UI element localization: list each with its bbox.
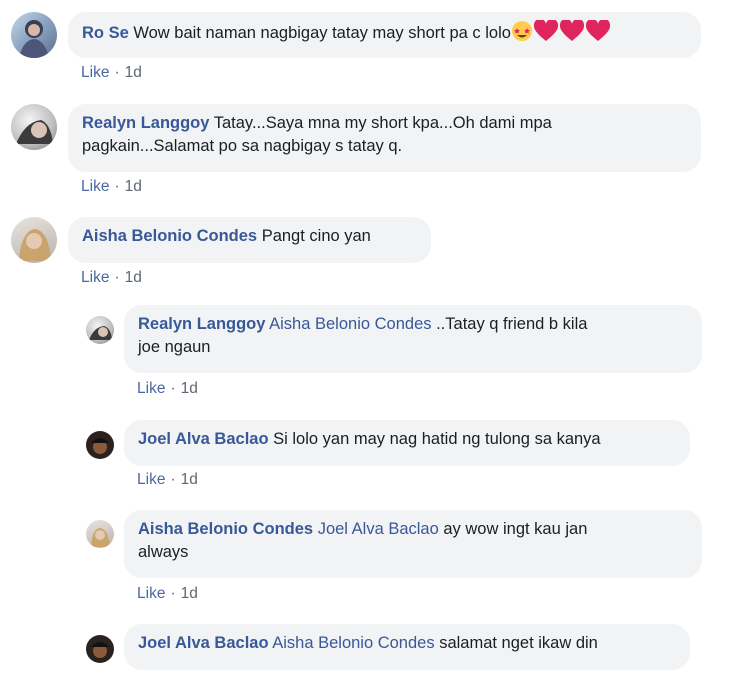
comment-time[interactable]: 1d: [125, 269, 142, 286]
mention-link[interactable]: Aisha Belonio Condes: [269, 315, 431, 333]
comment-actions: Like · 1d: [81, 178, 142, 195]
comment-author[interactable]: Realyn Langgoy: [82, 114, 209, 132]
avatar[interactable]: [11, 12, 57, 58]
comment-text: pagkain...Salamat po sa nagbigay s tatay…: [82, 137, 403, 155]
heart-emoji-icon: [585, 18, 611, 49]
comment-text: Pangt cino yan: [261, 227, 371, 245]
comment-bubble: Ro Se Wow bait naman nagbigay tatay may …: [68, 12, 701, 58]
avatar[interactable]: [86, 520, 114, 548]
reply-bubble: Realyn Langgoy Aisha Belonio Condes ..Ta…: [124, 305, 702, 373]
reply-text: Si lolo yan may nag hatid ng tulong sa k…: [273, 430, 601, 448]
reply-author[interactable]: Aisha Belonio Condes: [138, 520, 313, 538]
reply-bubble: Joel Alva Baclao Si lolo yan may nag hat…: [124, 420, 690, 466]
reply-text: salamat nget ikaw din: [439, 634, 598, 652]
comment-actions: Like · 1d: [81, 64, 142, 81]
like-button[interactable]: Like: [81, 64, 109, 81]
comment-text: Tatay...Saya mna my short kpa...Oh dami …: [213, 114, 552, 132]
reply-time[interactable]: 1d: [181, 380, 198, 397]
comment-bubble: Realyn Langgoy Tatay...Saya mna my short…: [68, 104, 701, 172]
reply-author[interactable]: Joel Alva Baclao: [138, 430, 269, 448]
reply-text: ay wow ingt kau jan: [443, 520, 588, 538]
like-button[interactable]: Like: [137, 585, 165, 602]
like-button[interactable]: Like: [81, 269, 109, 286]
reply-author[interactable]: Realyn Langgoy: [138, 315, 265, 333]
reply-actions: Like · 1d: [137, 380, 198, 397]
avatar[interactable]: [86, 431, 114, 459]
avatar[interactable]: [11, 104, 57, 150]
comment-bubble: Aisha Belonio Condes Pangt cino yan: [68, 217, 431, 263]
like-button[interactable]: Like: [137, 471, 165, 488]
like-button[interactable]: Like: [81, 178, 109, 195]
like-button[interactable]: Like: [137, 380, 165, 397]
star-struck-emoji-icon: [511, 20, 533, 49]
heart-emoji-icon: [533, 18, 559, 49]
comment-actions: Like · 1d: [81, 269, 142, 286]
mention-link[interactable]: Joel Alva Baclao: [318, 520, 439, 538]
comment-time[interactable]: 1d: [125, 178, 142, 195]
avatar[interactable]: [86, 316, 114, 344]
heart-emoji-icon: [559, 18, 585, 49]
reply-bubble: Joel Alva Baclao Aisha Belonio Condes sa…: [124, 624, 690, 670]
avatar[interactable]: [11, 217, 57, 263]
reply-text: always: [138, 543, 189, 561]
reply-actions: Like · 1d: [137, 471, 198, 488]
comment-text: Wow bait naman nagbigay tatay may short …: [133, 24, 511, 42]
avatar[interactable]: [86, 635, 114, 663]
reply-time[interactable]: 1d: [181, 585, 198, 602]
reply-author[interactable]: Joel Alva Baclao: [138, 634, 269, 652]
comment-author[interactable]: Ro Se: [82, 24, 129, 42]
comment-author[interactable]: Aisha Belonio Condes: [82, 227, 257, 245]
reply-actions: Like · 1d: [137, 585, 198, 602]
reply-bubble: Aisha Belonio Condes Joel Alva Baclao ay…: [124, 510, 702, 578]
comment-time[interactable]: 1d: [125, 64, 142, 81]
mention-link[interactable]: Aisha Belonio Condes: [272, 634, 434, 652]
reply-text: joe ngaun: [138, 338, 211, 356]
reply-text: ..Tatay q friend b kila: [436, 315, 588, 333]
reply-time[interactable]: 1d: [181, 471, 198, 488]
